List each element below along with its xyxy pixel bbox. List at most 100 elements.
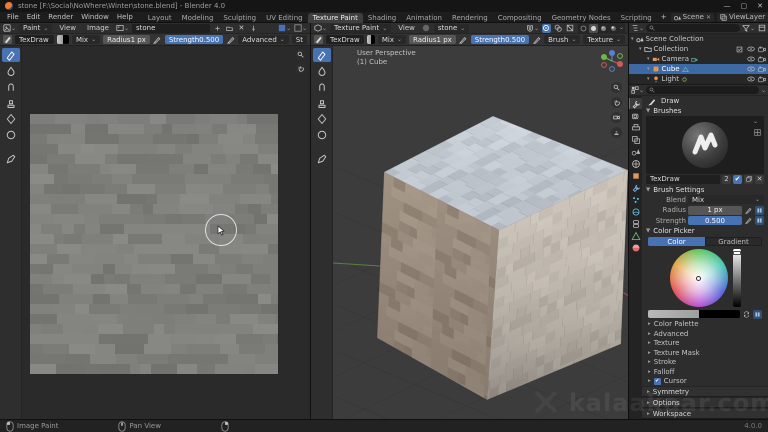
- texture-slot-select[interactable]: stone⌄: [434, 24, 469, 33]
- editor-type-image-icon[interactable]: ⌄: [3, 24, 16, 33]
- outliner-display-mode-icon[interactable]: ⌄: [631, 24, 644, 33]
- menu-view[interactable]: View: [55, 24, 80, 32]
- tab-viewlayer-icon[interactable]: [629, 134, 642, 145]
- outliner-search-input[interactable]: [646, 24, 740, 32]
- pan-tool-icon[interactable]: [295, 63, 306, 74]
- menu-help[interactable]: Help: [113, 13, 137, 21]
- brush-name-datablock[interactable]: TexDraw: [646, 175, 720, 184]
- tab-constraint-icon[interactable]: [629, 218, 642, 229]
- proportional-edit-icon[interactable]: [542, 24, 551, 33]
- color-swatches-3d[interactable]: [367, 35, 375, 44]
- workspace-tab-layout[interactable]: Layout: [143, 13, 177, 23]
- disable-render-icon[interactable]: [757, 65, 766, 74]
- expand-arrow-icon[interactable]: ▾: [647, 56, 650, 62]
- expand-arrow-icon[interactable]: ▾: [631, 36, 634, 42]
- viewport-camera-icon[interactable]: [611, 112, 622, 123]
- tab-modifier-icon[interactable]: [629, 182, 642, 193]
- image-tool-fill-icon[interactable]: [2, 112, 20, 126]
- outliner-options-icon[interactable]: [757, 24, 766, 33]
- editor-type-3d-icon[interactable]: ⌄: [314, 24, 327, 33]
- strength-pressure-toggle-icon[interactable]: [744, 216, 753, 225]
- image-tool-smear-icon[interactable]: [2, 80, 20, 94]
- tab-render-icon[interactable]: [629, 110, 642, 121]
- tab-physics-icon[interactable]: [629, 206, 642, 217]
- background-color-swatch[interactable]: [63, 35, 69, 44]
- tab-world-icon[interactable]: [629, 158, 642, 169]
- viewport-tool-smear-icon[interactable]: [313, 80, 331, 94]
- outliner-row-collection[interactable]: ▾Collection: [629, 44, 768, 54]
- viewport-tool-annotate-icon[interactable]: [313, 152, 331, 166]
- disable-render-icon[interactable]: [757, 55, 766, 64]
- paint-mode-select[interactable]: Paint⌄: [19, 24, 52, 33]
- strength-slider[interactable]: Strength0.500: [165, 35, 223, 44]
- viewport-tool-draw-icon[interactable]: [313, 48, 331, 62]
- viewport-tool-soften-icon[interactable]: [313, 64, 331, 78]
- brush-asset-icon[interactable]: [753, 128, 762, 137]
- unlink-brush-icon[interactable]: ✕: [755, 175, 764, 184]
- pin-image-icon[interactable]: [249, 24, 258, 33]
- radius-animate-icon[interactable]: [755, 206, 764, 215]
- new-image-icon[interactable]: [213, 24, 222, 33]
- show-overlays-icon[interactable]: [554, 24, 563, 33]
- panel-texture-mask[interactable]: ▸Texture Mask: [642, 348, 768, 358]
- blend-value-select[interactable]: Mix⌄: [688, 195, 764, 204]
- interaction-mode-select[interactable]: Texture Paint⌄: [330, 24, 391, 33]
- color-wheel[interactable]: [670, 249, 728, 307]
- add-workspace-button[interactable]: +: [657, 13, 671, 21]
- outliner-row-cube[interactable]: ▾Cube: [629, 64, 768, 74]
- blend-mode-select-3d[interactable]: Mix⌄: [378, 35, 406, 44]
- workspace-tab-texture-paint[interactable]: Texture Paint: [308, 13, 363, 23]
- tab-tool-icon[interactable]: [629, 98, 642, 109]
- menu-file[interactable]: File: [3, 13, 23, 21]
- brush-name-field-3d[interactable]: TexDraw: [326, 35, 364, 44]
- color-tab[interactable]: Color: [648, 237, 705, 247]
- workspace-tab-animation[interactable]: Animation: [401, 13, 447, 23]
- viewport-zoom-icon[interactable]: [611, 82, 622, 93]
- strength-pressure-icon-3d[interactable]: [532, 35, 541, 44]
- color-swatches[interactable]: [57, 35, 69, 44]
- strength-value-slider[interactable]: 0.500: [688, 216, 742, 225]
- tab-object-icon[interactable]: [629, 170, 642, 181]
- menu-render[interactable]: Render: [44, 13, 77, 21]
- workspace-tab-modeling[interactable]: Modeling: [177, 13, 219, 23]
- brush-name-field[interactable]: TexDraw: [15, 35, 54, 44]
- value-slider[interactable]: [733, 249, 741, 307]
- stroke-dropdown[interactable]: St: [292, 35, 307, 44]
- hide-eye-icon[interactable]: [746, 45, 755, 54]
- fake-user-icon[interactable]: ✔: [733, 175, 742, 184]
- image-options-icon[interactable]: ⌄: [294, 24, 307, 33]
- image-tool-annotate-icon[interactable]: [2, 152, 20, 166]
- workspace-tab-scripting[interactable]: Scripting: [616, 13, 657, 23]
- viewlayer-selector[interactable]: ViewLayer✕: [717, 13, 768, 22]
- properties-editor-type-icon[interactable]: ⌄: [631, 86, 644, 95]
- outliner-filter-icon[interactable]: ⌄: [742, 24, 755, 33]
- tab-particles-icon[interactable]: [629, 194, 642, 205]
- close-button[interactable]: ✕: [757, 2, 763, 10]
- cursor-checkbox[interactable]: ✔: [654, 378, 661, 385]
- brushes-panel-header[interactable]: ▼Brushes: [642, 107, 768, 117]
- browse-image-icon[interactable]: ⌄: [116, 24, 129, 33]
- brush-settings-panel-header[interactable]: ▼Brush Settings: [642, 185, 768, 195]
- outliner-row-camera[interactable]: ▾Camera: [629, 54, 768, 64]
- minimize-button[interactable]: —: [724, 2, 731, 10]
- strength-slider-3d[interactable]: Strength0.500: [471, 35, 529, 44]
- tab-output-icon[interactable]: [629, 122, 642, 133]
- radius-slider[interactable]: Radius1 px: [103, 35, 150, 44]
- menu-view-3d[interactable]: View: [394, 24, 419, 32]
- open-image-icon[interactable]: [225, 24, 234, 33]
- gradient-tab[interactable]: Gradient: [705, 237, 762, 247]
- workspace-tab-uv-editing[interactable]: UV Editing: [261, 13, 308, 23]
- brush-thumbnail-icon[interactable]: [3, 35, 12, 44]
- outliner-row-light[interactable]: ▾Light: [629, 74, 768, 84]
- tab-scene-icon[interactable]: [629, 146, 642, 157]
- image-tool-clone-icon[interactable]: [2, 96, 20, 110]
- shading-material-icon[interactable]: [599, 24, 608, 33]
- expand-arrow-icon[interactable]: ▾: [647, 66, 650, 72]
- color-animate-icon[interactable]: [753, 310, 762, 319]
- tab-data-icon[interactable]: [629, 230, 642, 241]
- strength-pressure-icon[interactable]: [226, 35, 235, 44]
- render-slot-icon[interactable]: ⌄: [278, 24, 291, 33]
- tab-material-icon[interactable]: [629, 242, 642, 253]
- image-tool-draw-icon[interactable]: [2, 48, 20, 62]
- workspace-tab-geometry-nodes[interactable]: Geometry Nodes: [547, 13, 616, 23]
